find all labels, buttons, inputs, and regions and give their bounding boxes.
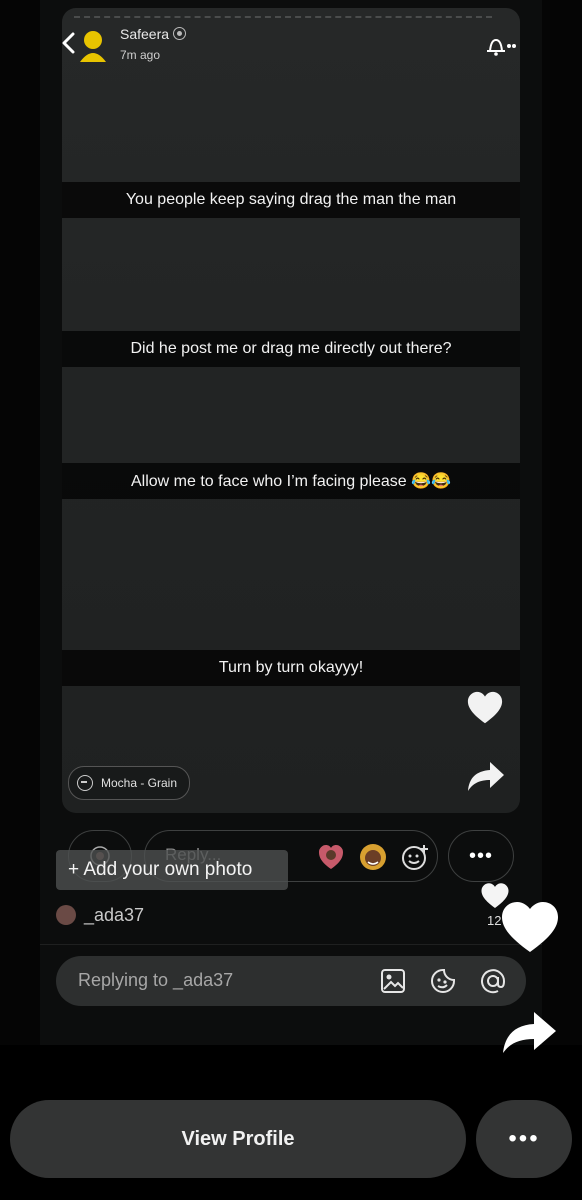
comment-reply-field[interactable]: Replying to _ada37 <box>56 956 526 1006</box>
divider <box>40 944 542 945</box>
mention-icon[interactable] <box>480 968 506 994</box>
add-photo-button[interactable]: + Add your own photo <box>56 850 288 890</box>
sticker-icon[interactable] <box>430 968 456 994</box>
story-caption-1: You people keep saying drag the man the … <box>62 182 520 218</box>
emoji-icon[interactable] <box>317 843 345 871</box>
story-card[interactable]: Safeera 7m ago You people keep saying dr… <box>62 8 520 813</box>
share-icon[interactable] <box>500 1010 558 1054</box>
heart-icon[interactable] <box>466 690 504 726</box>
emoji-icon[interactable] <box>359 843 387 871</box>
filter-icon <box>77 775 93 791</box>
story-username[interactable]: Safeera <box>120 26 187 42</box>
story-caption-3: Allow me to face who I’m facing please 😂… <box>62 463 520 499</box>
filter-chip[interactable]: Mocha - Grain <box>68 766 191 800</box>
heart-icon[interactable] <box>500 900 560 954</box>
add-emoji-icon[interactable] <box>401 843 429 871</box>
view-profile-button[interactable]: View Profile <box>10 1100 466 1178</box>
story-caption-2: Did he post me or drag me directly out t… <box>62 331 520 367</box>
more-icon[interactable]: ••• <box>448 830 514 882</box>
more-options-button[interactable]: ••• <box>476 1100 572 1178</box>
story-time: 7m ago <box>120 48 161 62</box>
image-icon[interactable] <box>380 968 406 994</box>
story-caption-4: Turn by turn okayyy! <box>62 650 520 686</box>
story-progress-bar <box>74 16 492 18</box>
bell-icon[interactable] <box>482 34 516 58</box>
avatar[interactable] <box>56 905 76 925</box>
comment-author[interactable]: _ada37 <box>84 905 144 926</box>
avatar-icon[interactable] <box>78 28 108 62</box>
verified-badge-icon <box>173 27 187 40</box>
share-icon[interactable] <box>466 760 506 794</box>
